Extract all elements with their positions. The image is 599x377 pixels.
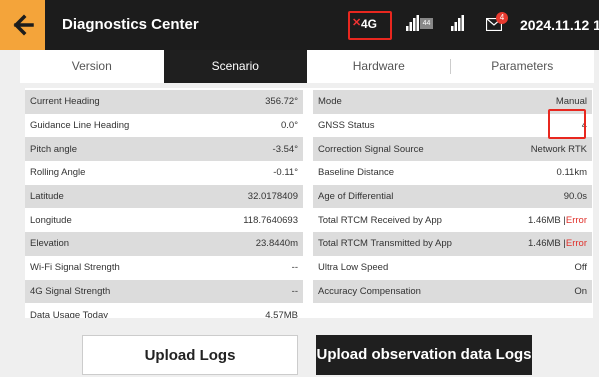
row-value: 90.0s	[563, 191, 587, 203]
list-item: 4G Signal Strength --	[25, 279, 303, 304]
list-item: Baseline Distance 0.11km	[313, 161, 592, 185]
list-item: Correction Signal Source Network RTK	[313, 137, 592, 162]
network-type-label: 4G	[361, 17, 378, 31]
arrow-left-icon	[13, 14, 34, 36]
row-value: 118.7640693	[243, 214, 298, 226]
rtcm-size: 1.46MB |	[528, 214, 566, 226]
row-value: 0.11km	[556, 167, 587, 179]
row-value: 356.72°	[265, 96, 298, 108]
row-value: 1.46MB |Error	[528, 215, 587, 226]
row-label: 4G Signal Strength	[30, 285, 111, 297]
tab-label: Hardware	[352, 59, 405, 73]
tab-version[interactable]: Version	[20, 50, 164, 83]
row-label: Wi-Fi Signal Strength	[30, 262, 120, 274]
sim-badge: 44	[420, 18, 433, 29]
list-item: Accuracy Compensation On	[313, 279, 592, 304]
row-value: -0.11°	[273, 167, 298, 179]
row-label: Data Usage Today	[30, 309, 108, 318]
row-value: Network RTK	[530, 143, 587, 155]
row-value: On	[574, 285, 587, 297]
row-label: Pitch angle	[30, 143, 78, 155]
row-value: --	[291, 262, 298, 274]
row-label: Rolling Angle	[30, 167, 86, 179]
row-label: Latitude	[30, 191, 64, 203]
list-item: Longitude 118.7640693	[25, 208, 303, 232]
row-label: GNSS Status	[318, 120, 375, 132]
signal-strength-icon-2	[451, 15, 464, 31]
row-label: Age of Differential	[318, 191, 394, 203]
row-label: Baseline Distance	[318, 167, 395, 179]
back-button[interactable]	[0, 0, 45, 50]
list-item: Data Usage Today 4.57MB	[25, 303, 303, 318]
page-title: Diagnostics Center	[62, 16, 199, 33]
tab-hardware[interactable]: Hardware	[307, 50, 451, 83]
row-value: 0.0°	[280, 120, 298, 132]
rtcm-size: 1.46MB |	[528, 238, 566, 250]
list-item: Ultra Low Speed Off	[313, 256, 592, 280]
row-value: 23.8440m	[255, 238, 298, 250]
list-item: Total RTCM Transmitted by App 1.46MB |Err…	[313, 232, 592, 256]
row-value: 32.0178409	[247, 191, 298, 203]
tab-label: Parameters	[491, 59, 554, 73]
error-status: Error	[565, 214, 587, 226]
gnss-highlight-box	[548, 109, 586, 139]
list-item: Total RTCM Received by App 1.46MB |Error	[313, 208, 592, 232]
row-label: Accuracy Compensation	[318, 285, 421, 297]
row-label: Elevation	[30, 238, 70, 250]
tab-scenario[interactable]: Scenario	[163, 50, 307, 83]
list-item: Age of Differential 90.0s	[313, 184, 592, 209]
row-label: Mode	[318, 96, 342, 108]
tab-bar: Version Scenario Hardware Parameters	[20, 50, 594, 83]
diagnostics-panel[interactable]: Current Heading 356.72° Guidance Line Hea…	[25, 88, 593, 318]
datetime-display: 2024.11.12 15:19	[520, 17, 599, 33]
list-item: Latitude 32.0178409	[25, 184, 303, 209]
row-label: Total RTCM Transmitted by App	[318, 238, 452, 250]
signal-strength-icon	[406, 15, 419, 31]
row-label: Correction Signal Source	[318, 143, 424, 155]
no-signal-x-icon: ✕	[352, 17, 362, 29]
row-label: Ultra Low Speed	[318, 262, 389, 274]
tab-label: Scenario	[211, 59, 259, 73]
tab-label: Version	[71, 59, 112, 73]
tab-parameters[interactable]: Parameters	[451, 50, 595, 83]
row-value: Manual	[555, 96, 587, 108]
row-value: -3.54°	[272, 143, 298, 155]
left-column: Current Heading 356.72° Guidance Line Hea…	[25, 90, 303, 318]
list-item: Guidance Line Heading 0.0°	[25, 114, 303, 138]
error-status: Error	[565, 238, 587, 250]
row-label: Guidance Line Heading	[30, 120, 130, 132]
list-item: Current Heading 356.72°	[25, 90, 303, 114]
app-header: Diagnostics Center ✕ 4G 44 4 2024.11.12 …	[0, 0, 599, 50]
notification-badge: 4	[496, 12, 508, 24]
upload-observation-logs-button[interactable]: Upload observation data Logs	[316, 335, 532, 375]
row-value: 1.46MB |Error	[528, 238, 587, 249]
list-item: Rolling Angle -0.11°	[25, 161, 303, 185]
row-value: Off	[574, 262, 588, 274]
row-value: --	[291, 285, 298, 297]
upload-logs-button[interactable]: Upload Logs	[82, 335, 298, 375]
row-label: Current Heading	[30, 96, 100, 108]
row-label: Longitude	[30, 214, 72, 226]
row-label: Total RTCM Received by App	[318, 214, 442, 226]
row-value: 4.57MB	[265, 309, 298, 318]
list-item: Wi-Fi Signal Strength --	[25, 256, 303, 280]
list-item: Pitch angle -3.54°	[25, 137, 303, 162]
list-item: Elevation 23.8440m	[25, 232, 303, 256]
